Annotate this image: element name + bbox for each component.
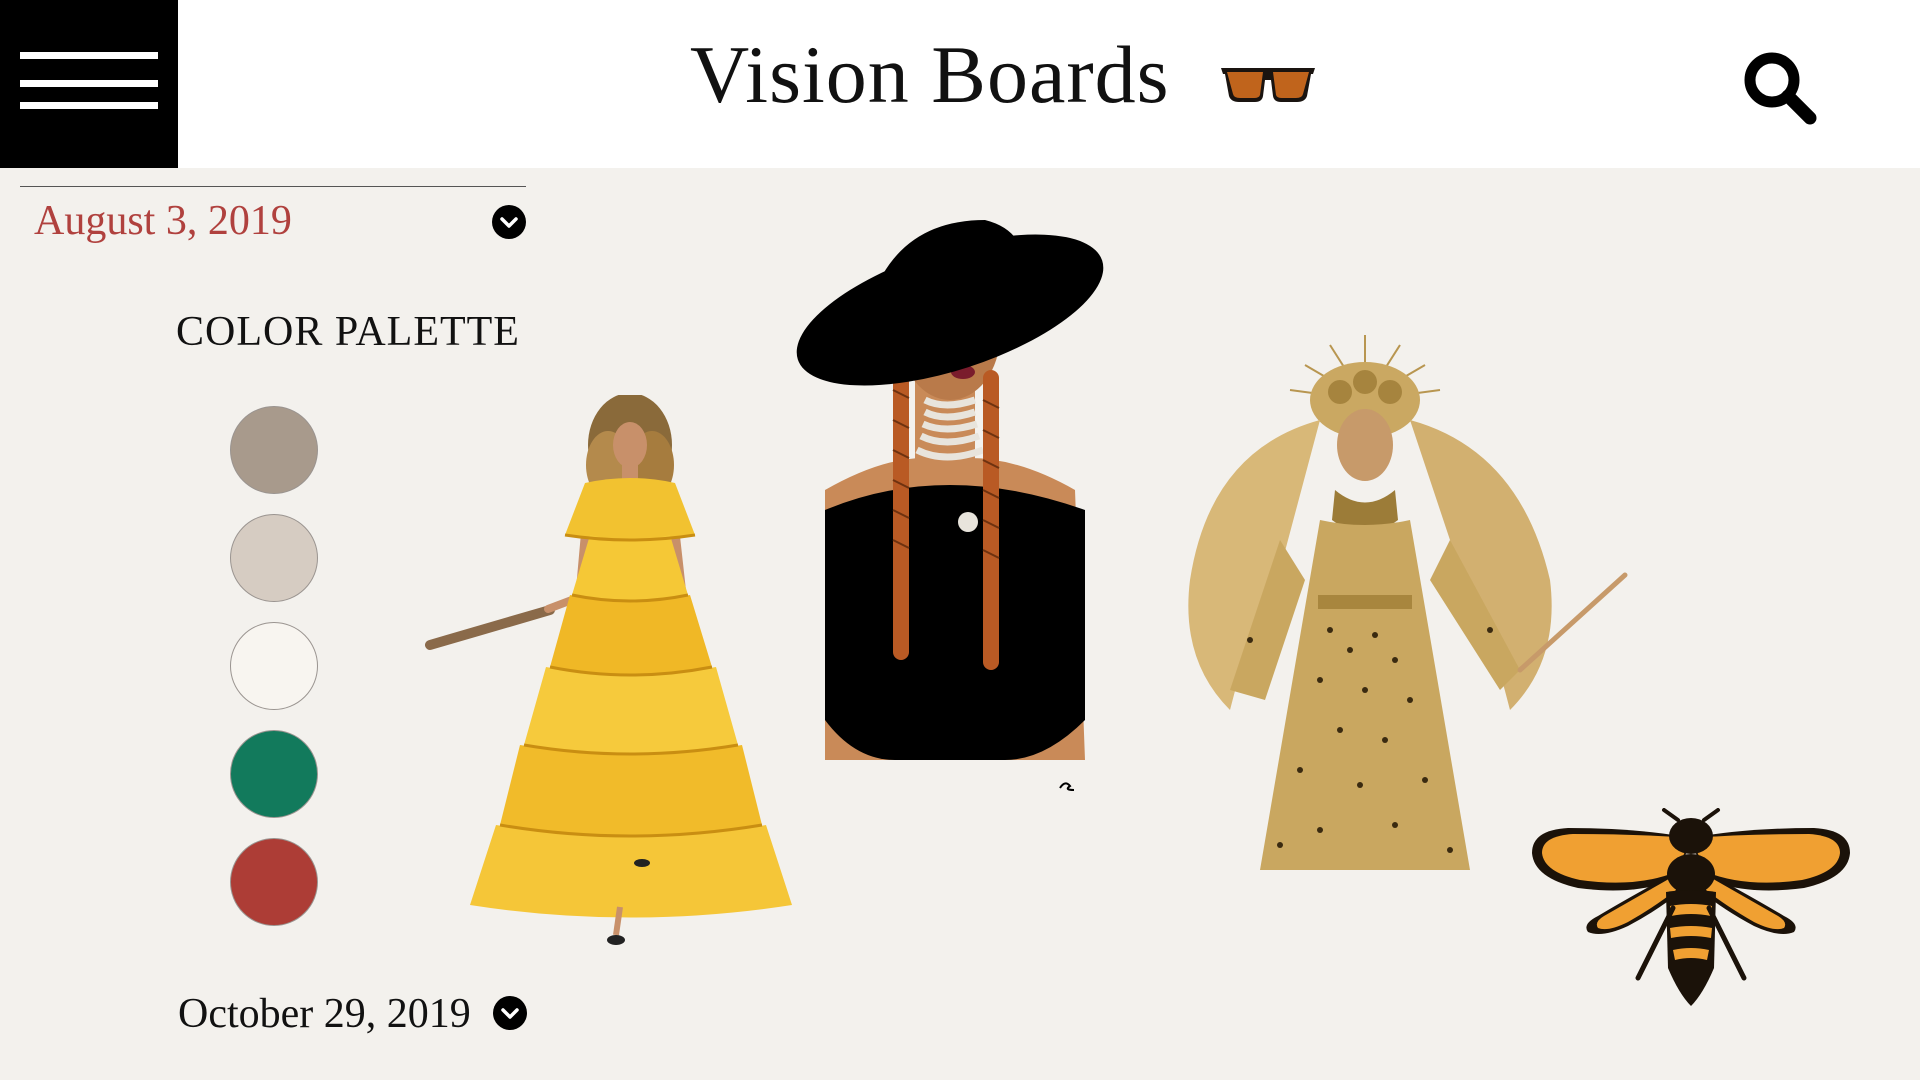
app-header: Vision Boards <box>0 0 1920 168</box>
chevron-down-icon[interactable] <box>493 996 527 1030</box>
color-swatch-ivory[interactable] <box>230 622 318 710</box>
bee-icon <box>1532 808 1850 1006</box>
color-swatch-taupe[interactable] <box>230 406 318 494</box>
date-selector[interactable]: August 3, 2019 <box>20 186 526 247</box>
color-swatch-brick[interactable] <box>230 838 318 926</box>
active-date-label: August 3, 2019 <box>34 198 292 244</box>
black-hat-braids-illustration[interactable] <box>785 200 1105 800</box>
hamburger-menu-button[interactable] <box>0 0 178 168</box>
page-title: Vision Boards <box>690 29 1170 120</box>
color-swatch-emerald[interactable] <box>230 730 318 818</box>
color-swatch-sand[interactable] <box>230 514 318 602</box>
menu-bar-middle <box>20 80 158 87</box>
menu-bar-bottom <box>20 102 158 109</box>
yellow-ruffle-gown-illustration[interactable] <box>420 395 810 950</box>
menu-bar-top <box>20 52 158 59</box>
gold-crown-gown-illustration[interactable] <box>1170 330 1630 875</box>
chevron-down-icon[interactable] <box>492 205 526 239</box>
sunglasses-icon <box>1221 68 1315 102</box>
search-icon[interactable] <box>1740 48 1820 128</box>
color-palette-heading: COLOR PALETTE <box>176 309 520 355</box>
next-date-label[interactable]: October 29, 2019 <box>178 990 471 1038</box>
